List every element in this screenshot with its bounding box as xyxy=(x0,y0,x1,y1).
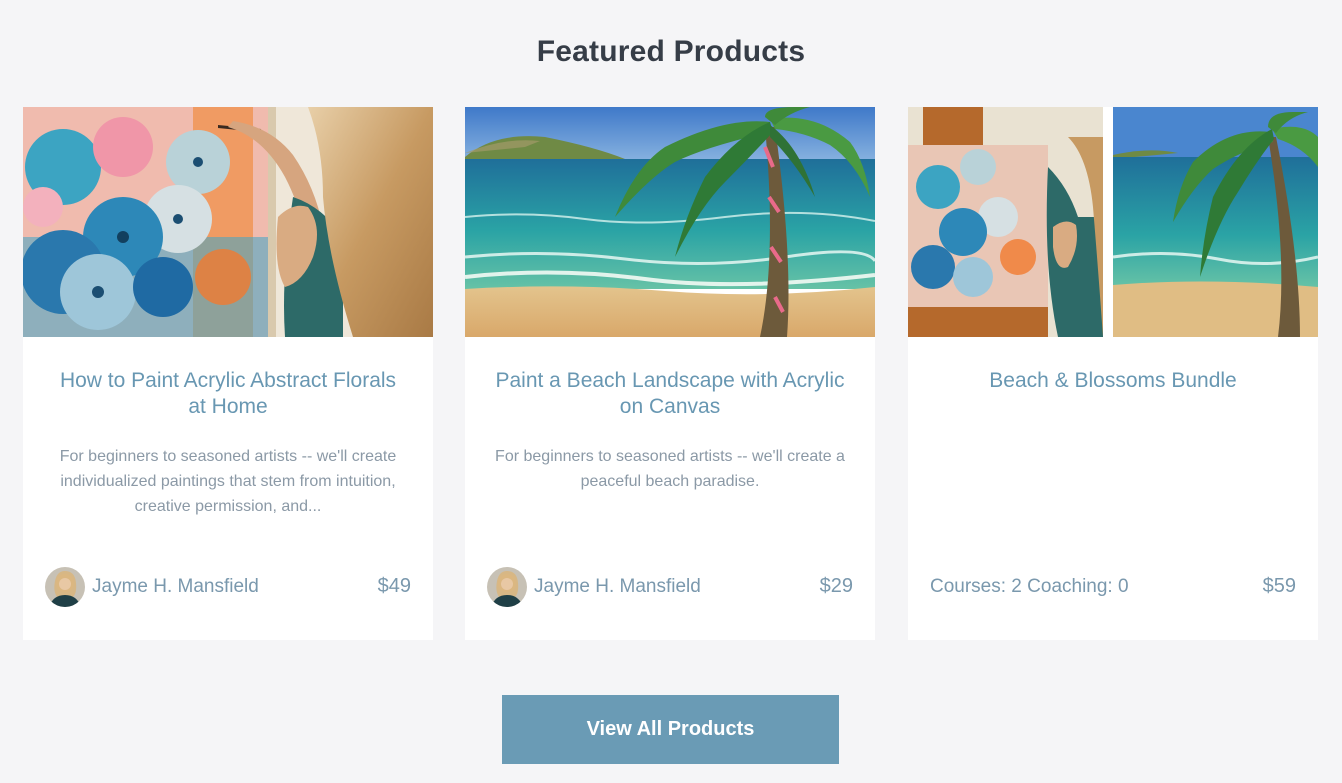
author-name: Jayme H. Mansfield xyxy=(534,576,701,597)
product-title[interactable]: How to Paint Acrylic Abstract Florals at… xyxy=(53,368,403,420)
product-description: For beginners to seasoned artists -- we'… xyxy=(59,448,397,515)
product-description: For beginners to seasoned artists -- we'… xyxy=(495,448,845,490)
product-title[interactable]: Beach & Blossoms Bundle xyxy=(938,368,1288,394)
author-avatar xyxy=(487,567,527,607)
author-avatar xyxy=(45,567,85,607)
author: Jayme H. Mansfield xyxy=(45,567,259,607)
author-name: Jayme H. Mansfield xyxy=(92,576,259,597)
bundle-collage-image[interactable] xyxy=(908,107,1318,337)
view-all-products-button[interactable]: View All Products xyxy=(502,695,839,764)
product-card[interactable]: How to Paint Acrylic Abstract Florals at… xyxy=(23,107,433,640)
product-price: $59 xyxy=(1262,575,1296,597)
product-card[interactable]: Paint a Beach Landscape with Acrylic on … xyxy=(465,107,875,640)
product-price: $29 xyxy=(819,575,853,597)
product-title[interactable]: Paint a Beach Landscape with Acrylic on … xyxy=(495,368,845,420)
beach-landscape-painting-image[interactable] xyxy=(465,107,875,337)
author: Jayme H. Mansfield xyxy=(487,567,701,607)
bundle-contents: Courses: 2 Coaching: 0 xyxy=(930,576,1129,597)
product-card[interactable]: Beach & Blossoms Bundle Courses: 2 Coach… xyxy=(908,107,1318,640)
section-title: Featured Products xyxy=(536,34,806,68)
abstract-florals-painting-image[interactable] xyxy=(23,107,433,337)
product-price: $49 xyxy=(377,575,411,597)
